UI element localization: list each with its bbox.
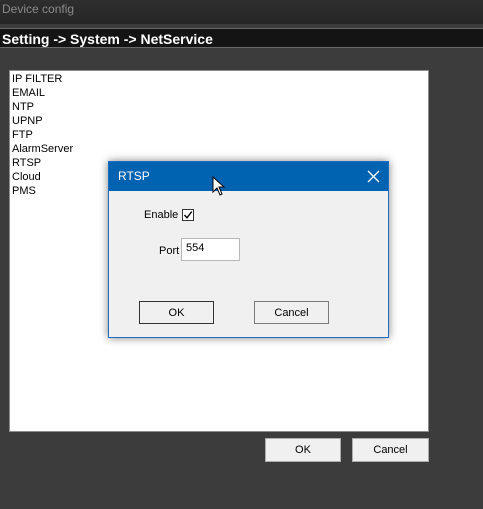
port-label: Port (159, 245, 180, 257)
enable-checkbox[interactable] (182, 209, 194, 221)
close-icon[interactable] (367, 170, 380, 183)
window-title: Device config (2, 2, 75, 16)
list-item[interactable]: FTP (12, 128, 426, 142)
list-item[interactable]: EMAIL (12, 86, 426, 100)
list-item[interactable]: NTP (12, 100, 426, 114)
dialog-title-bar[interactable]: RTSP (109, 162, 388, 191)
window-title-bar: Device config (0, 0, 483, 24)
list-item[interactable]: UPNP (12, 114, 426, 128)
breadcrumb: Setting -> System -> NetService (0, 28, 483, 48)
dialog-title: RTSP (118, 169, 150, 183)
cancel-button[interactable]: Cancel (352, 438, 429, 462)
rtsp-dialog: RTSP Enable Port 554 OK Cancel (108, 161, 389, 338)
port-field[interactable]: 554 (181, 238, 240, 261)
list-item[interactable]: IP FILTER (12, 72, 426, 86)
ok-button[interactable]: OK (265, 438, 341, 462)
checkmark-icon (183, 211, 193, 219)
enable-label: Enable (144, 209, 179, 221)
mouse-cursor-icon (212, 176, 226, 196)
dialog-cancel-button[interactable]: Cancel (254, 301, 329, 324)
dialog-ok-button[interactable]: OK (139, 301, 214, 324)
list-item[interactable]: AlarmServer (12, 142, 426, 156)
